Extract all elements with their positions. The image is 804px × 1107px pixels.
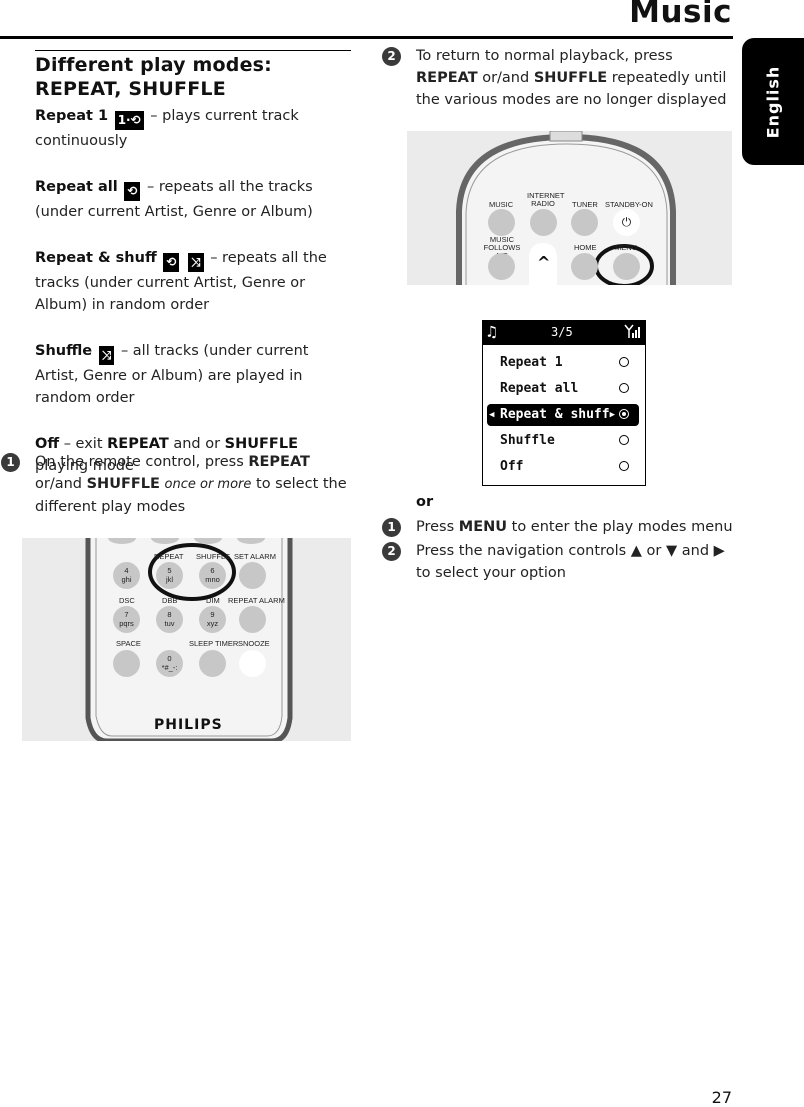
lcd-screen: ♫ 3/5 Repeat 1 Repeat all ◀ Repeat & shu… <box>482 320 646 486</box>
header-rule <box>0 36 733 39</box>
or-label: or <box>416 494 434 510</box>
tuner-key <box>571 209 598 236</box>
down-arrow-icon: ▼ <box>665 543 678 559</box>
sleep-timer-key <box>199 650 226 677</box>
key-5: 5 jkl <box>156 562 183 589</box>
remote-top-outline <box>456 131 676 285</box>
repeat-all-icon: ⟲ <box>124 182 141 201</box>
radio-icon <box>619 461 629 471</box>
snooze-key <box>239 650 266 677</box>
key-7: 7 pqrs <box>113 606 140 633</box>
play-modes-section: Different play modes: REPEAT, SHUFFLE Re… <box>35 50 351 477</box>
step-number: 1 <box>1 453 20 472</box>
mode-name: Repeat all <box>35 179 118 195</box>
step-text: To return to normal playback, press REPE… <box>416 48 727 108</box>
page-title: Music <box>629 0 732 30</box>
lcd-menu-item-repeat-shuffle[interactable]: ◀ Repeat & shuff ▶ <box>487 404 639 426</box>
radio-icon <box>619 383 629 393</box>
step-text: Press the navigation controls ▲ or ▼ and… <box>416 543 725 581</box>
language-tab-label: English <box>763 65 783 138</box>
radio-icon <box>619 357 629 367</box>
step-text: On the remote control, press REPEAT or/a… <box>35 454 347 515</box>
shuffle-icon: ⤨ <box>98 346 115 365</box>
mode-repeat-shuffle: Repeat & shuff ⟲ ⤨ – repeats all the tra… <box>35 247 351 316</box>
repeat-alarm-key <box>239 606 266 633</box>
music-key <box>488 209 515 236</box>
key-0: 0 *#_-: <box>156 650 183 677</box>
mode-repeat-all: Repeat all ⟲ – repeats all the tracks (u… <box>35 176 351 223</box>
mode-name: Repeat 1 <box>35 108 109 124</box>
key-8: 8 tuv <box>156 606 183 633</box>
mode-name: Shuffle <box>35 343 93 359</box>
step-number: 2 <box>382 47 401 66</box>
repeat-one-icon: 1·⟲ <box>114 111 144 130</box>
mode-name: Off <box>35 436 60 452</box>
nav-up-icon: ^ <box>537 253 551 272</box>
lcd-header: ♫ 3/5 <box>483 321 645 345</box>
radio-icon <box>619 435 629 445</box>
key-4: 4 ghi <box>113 562 140 589</box>
mode-name: Repeat & shuff <box>35 250 157 266</box>
lcd-menu-item-off[interactable]: Off <box>487 456 639 478</box>
step-number: 2 <box>382 542 401 561</box>
standby-on-key: ⏻ <box>613 209 640 236</box>
menu-key <box>613 253 640 280</box>
repeat-all-icon: ⟲ <box>163 253 180 272</box>
step-number: 1 <box>382 518 401 537</box>
remote-control-top-illustration: MUSIC INTERNET RADIO TUNER STANDBY-ON ⏻ … <box>407 131 732 285</box>
remote-control-illustration: REPEAT SHUFFLE SET ALARM 4 ghi 5 jkl 6 mno … <box>22 538 351 741</box>
track-position: 3/5 <box>551 325 573 339</box>
mode-repeat-1: Repeat 1 1·⟲ – plays current track conti… <box>35 105 351 152</box>
right-arrow-icon: ▶ <box>713 543 725 559</box>
key-6: 6 mno <box>199 562 226 589</box>
up-arrow-icon: ▲ <box>630 543 642 559</box>
home-key <box>571 253 598 280</box>
section-rule <box>35 50 351 51</box>
lcd-menu-item-repeat-1[interactable]: Repeat 1 <box>487 352 639 374</box>
lcd-menu-item-repeat-all[interactable]: Repeat all <box>487 378 639 400</box>
arrow-right-icon: ▶ <box>609 410 615 420</box>
set-alarm-key <box>239 562 266 589</box>
page-number: 27 <box>711 1088 732 1107</box>
lcd-menu-item-shuffle[interactable]: Shuffle <box>487 430 639 452</box>
power-icon: ⏻ <box>621 215 632 229</box>
music-follows-me-key <box>488 253 515 280</box>
internet-radio-key <box>530 209 557 236</box>
arrow-left-icon: ◀ <box>489 410 495 420</box>
signal-strength-icon <box>623 324 641 343</box>
shuffle-icon: ⤨ <box>187 253 204 272</box>
key-9: 9 xyz <box>199 606 226 633</box>
radio-selected-icon <box>619 409 629 419</box>
music-note-icon: ♫ <box>487 322 497 341</box>
remote-body-outline <box>85 538 293 741</box>
step-text: Press MENU to enter the play modes menu <box>416 519 733 535</box>
space-key <box>113 650 140 677</box>
brand-logo: PHILIPS <box>154 717 223 733</box>
language-tab: English <box>742 38 804 165</box>
mode-shuffle: Shuffle ⤨ – all tracks (under current Ar… <box>35 340 351 409</box>
section-title: Different play modes: REPEAT, SHUFFLE <box>35 54 272 100</box>
